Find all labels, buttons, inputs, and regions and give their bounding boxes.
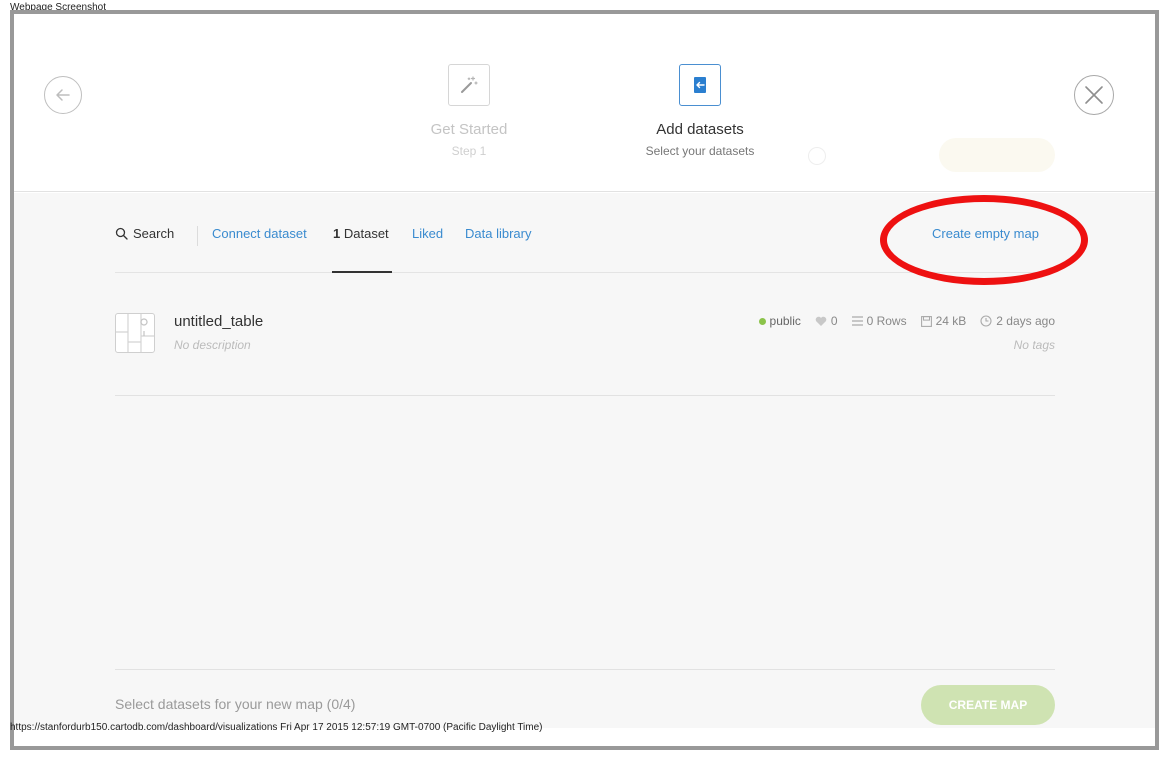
heart-icon xyxy=(815,316,827,326)
tab-search-label: Search xyxy=(133,226,175,241)
step-add-datasets-box xyxy=(679,64,721,106)
step-get-started-sub: Step 1 xyxy=(451,144,487,158)
arrow-left-icon xyxy=(56,89,70,101)
modal-header: Get Started Step 1 Add datasets Select y… xyxy=(14,14,1155,192)
size-value: 24 kB xyxy=(935,314,967,328)
tab-divider xyxy=(197,226,198,246)
dataset-panel: Search Connect dataset 1 Dataset Liked D… xyxy=(14,193,1155,728)
step-get-started-box xyxy=(448,64,490,106)
import-icon xyxy=(694,77,706,93)
step-get-started[interactable]: Get Started Step 1 xyxy=(369,64,569,158)
updated-value: 2 days ago xyxy=(996,314,1055,328)
step-add-datasets-title: Add datasets xyxy=(656,121,744,138)
dataset-row[interactable]: untitled_table No description public 0 0… xyxy=(115,293,1055,396)
close-button[interactable] xyxy=(1074,75,1114,115)
tab-datasets-label: Dataset xyxy=(343,226,389,241)
back-button[interactable] xyxy=(44,76,82,114)
dataset-tags: No tags xyxy=(1013,338,1055,352)
tab-connect-dataset[interactable]: Connect dataset xyxy=(212,226,307,241)
ghost-background-button xyxy=(939,138,1055,172)
disk-icon xyxy=(920,315,932,327)
search-icon xyxy=(115,227,128,240)
tab-liked[interactable]: Liked xyxy=(412,226,443,241)
likes-count[interactable]: 0 xyxy=(815,314,838,328)
step-add-datasets-sub: Select your datasets xyxy=(645,144,755,158)
footer-divider xyxy=(115,669,1055,670)
rows-value: 0 Rows xyxy=(866,314,907,328)
step-add-datasets[interactable]: Add datasets Select your datasets xyxy=(600,64,800,158)
tab-datasets-count: 1 xyxy=(333,226,341,241)
updated-info: 2 days ago xyxy=(980,314,1055,328)
dataset-description: No description xyxy=(174,338,251,352)
magic-wand-icon xyxy=(461,76,478,93)
tab-datasets[interactable]: 1 Dataset xyxy=(333,226,389,241)
likes-value: 0 xyxy=(830,314,838,328)
create-map-button[interactable]: CREATE MAP xyxy=(921,685,1055,725)
dataset-name[interactable]: untitled_table xyxy=(174,313,263,330)
rows-count: 0 Rows xyxy=(851,314,907,328)
ghost-background-circle xyxy=(808,147,826,165)
modal-frame: Get Started Step 1 Add datasets Select y… xyxy=(10,10,1159,750)
create-empty-map-link[interactable]: Create empty map xyxy=(932,226,1039,241)
public-status-dot xyxy=(758,317,766,325)
rows-icon xyxy=(851,316,863,326)
tab-data-library[interactable]: Data library xyxy=(465,226,531,241)
size-info: 24 kB xyxy=(920,314,967,328)
tab-search[interactable]: Search xyxy=(115,226,174,241)
step-get-started-title: Get Started xyxy=(430,121,508,138)
privacy-label: public xyxy=(769,314,801,328)
map-thumbnail-icon xyxy=(115,313,155,353)
screenshot-caption-url: https://stanfordurb150.cartodb.com/dashb… xyxy=(10,722,543,733)
selection-counter: Select datasets for your new map (0/4) xyxy=(115,696,356,712)
dataset-meta: public 0 0 Rows 24 kB 2 days ago xyxy=(758,314,1055,328)
clock-icon xyxy=(980,315,992,327)
active-tab-underline xyxy=(332,271,392,273)
close-icon xyxy=(1085,86,1103,104)
privacy-status: public xyxy=(758,314,801,328)
